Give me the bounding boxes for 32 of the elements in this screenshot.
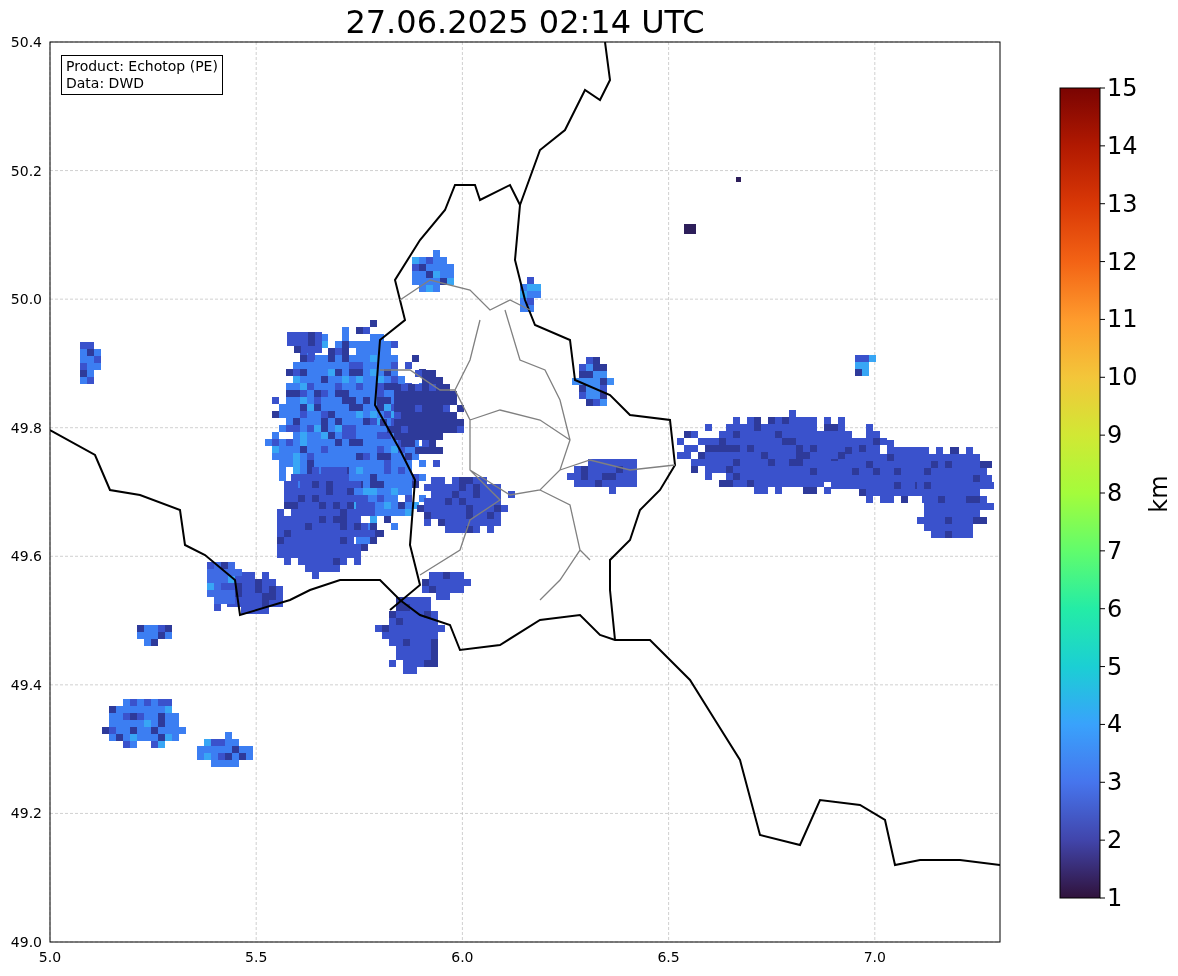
y-tick-label: 50.2 xyxy=(9,162,42,180)
y-tick-label: 50.4 xyxy=(9,33,42,51)
y-tick-label: 49.6 xyxy=(9,547,42,565)
colorbar-tick-label: 6 xyxy=(1107,594,1123,623)
y-tick-label: 49.2 xyxy=(9,804,42,822)
info-text: Product: Echotop (PE) xyxy=(66,58,218,75)
y-tick-label: 49.8 xyxy=(9,419,42,437)
y-tick-label: 49.0 xyxy=(9,933,42,951)
colorbar-tick-label: 8 xyxy=(1107,479,1123,507)
colorbar-tick-label: 14 xyxy=(1107,131,1138,160)
colorbar-tick-label: 9 xyxy=(1107,421,1123,450)
x-tick-label: 6.5 xyxy=(657,949,680,966)
x-tick-label: 5.5 xyxy=(245,949,268,966)
colorbar-label: km xyxy=(1144,475,1173,513)
chart-title: 27.06.2025 02:14 UTC xyxy=(344,2,706,43)
x-tick-label: 5.0 xyxy=(38,949,62,966)
y-tick-label: 50.0 xyxy=(9,290,42,308)
x-tick-label: 7.0 xyxy=(863,949,886,966)
info-text: Data: DWD xyxy=(66,75,145,92)
colorbar-tick-label: 7 xyxy=(1107,536,1123,565)
x-tick-label: 6.0 xyxy=(451,949,474,966)
colorbar-tick-label: 4 xyxy=(1107,710,1123,739)
colorbar-tick-label: 3 xyxy=(1107,768,1123,797)
colorbar-tick-label: 5 xyxy=(1107,652,1123,681)
colorbar-tick-label: 10 xyxy=(1107,363,1138,392)
y-tick-label: 49.4 xyxy=(9,676,42,694)
colorbar-tick-label: 1 xyxy=(1107,884,1123,912)
colorbar-tick-label: 13 xyxy=(1107,189,1138,218)
colorbar-tick-label: 15 xyxy=(1107,74,1138,102)
colorbar-tick-label: 12 xyxy=(1107,247,1138,276)
colorbar-tick-label: 11 xyxy=(1107,305,1138,334)
colorbar-tick-label: 2 xyxy=(1107,826,1123,855)
